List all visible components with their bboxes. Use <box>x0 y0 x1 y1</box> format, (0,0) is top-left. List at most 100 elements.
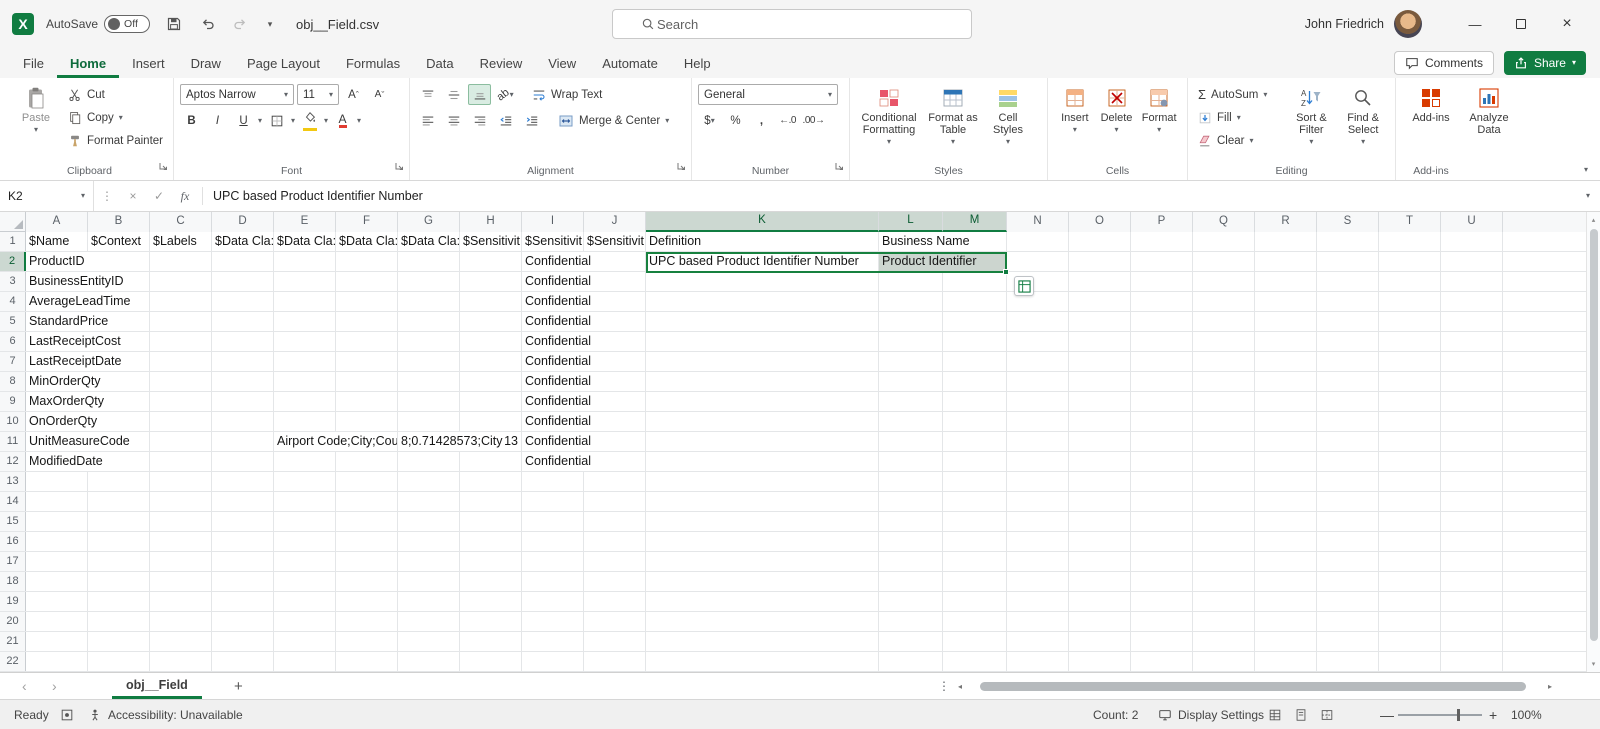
cell-A1[interactable]: $Name <box>26 232 88 251</box>
cell-Q7[interactable] <box>1193 352 1255 371</box>
cell-J15[interactable] <box>584 512 646 531</box>
cell-G5[interactable] <box>398 312 460 331</box>
vertical-scrollbar[interactable]: ▴ ▾ <box>1586 212 1600 672</box>
horizontal-scroll-thumb[interactable] <box>980 682 1526 691</box>
cell-G20[interactable] <box>398 612 460 631</box>
cell-R3[interactable] <box>1255 272 1317 291</box>
cell-T7[interactable] <box>1379 352 1441 371</box>
cell-M4[interactable] <box>943 292 1007 311</box>
cell-I12[interactable]: Confidential <box>522 452 646 471</box>
tab-review[interactable]: Review <box>467 48 536 78</box>
cell-N11[interactable] <box>1007 432 1069 451</box>
cell-B13[interactable] <box>88 472 150 491</box>
cell-L18[interactable] <box>879 572 943 591</box>
cell-I5[interactable]: Confidential <box>522 312 646 331</box>
cell-L4[interactable] <box>879 292 943 311</box>
column-header-K[interactable]: K <box>646 212 879 232</box>
cell-T22[interactable] <box>1379 652 1441 671</box>
cell-C17[interactable] <box>150 552 212 571</box>
fill-color-button[interactable] <box>298 110 321 131</box>
cell-U4[interactable] <box>1441 292 1503 311</box>
cell-A20[interactable] <box>26 612 88 631</box>
cell-Q17[interactable] <box>1193 552 1255 571</box>
cell-I22[interactable] <box>522 652 584 671</box>
cell-P14[interactable] <box>1131 492 1193 511</box>
italic-button[interactable]: I <box>206 110 229 131</box>
cell-F3[interactable] <box>336 272 398 291</box>
cell-L17[interactable] <box>879 552 943 571</box>
cell-L20[interactable] <box>879 612 943 631</box>
cell-D7[interactable] <box>212 352 274 371</box>
cell-N6[interactable] <box>1007 332 1069 351</box>
cell-J19[interactable] <box>584 592 646 611</box>
cell-B21[interactable] <box>88 632 150 651</box>
cell-K3[interactable] <box>646 272 879 291</box>
cell-R2[interactable] <box>1255 252 1317 271</box>
cell-K9[interactable] <box>646 392 879 411</box>
borders-chevron-icon[interactable]: ▾ <box>291 117 295 125</box>
autosave-toggle[interactable]: AutoSave Off <box>46 0 150 48</box>
cell-N18[interactable] <box>1007 572 1069 591</box>
cell-F2[interactable] <box>336 252 398 271</box>
collapse-ribbon-icon[interactable]: ▾ <box>1584 166 1588 174</box>
cell-U21[interactable] <box>1441 632 1503 651</box>
cancel-button[interactable]: × <box>120 189 146 203</box>
cell-K5[interactable] <box>646 312 879 331</box>
cell-styles-button[interactable]: Cell Styles ▾ <box>984 84 1032 162</box>
cell-P12[interactable] <box>1131 452 1193 471</box>
new-sheet-button[interactable]: + <box>234 673 243 699</box>
cell-P1[interactable] <box>1131 232 1193 251</box>
cell-D2[interactable] <box>212 252 274 271</box>
cell-N20[interactable] <box>1007 612 1069 631</box>
cell-E16[interactable] <box>274 532 336 551</box>
cell-I4[interactable]: Confidential <box>522 292 646 311</box>
cell-P17[interactable] <box>1131 552 1193 571</box>
cell-H22[interactable] <box>460 652 522 671</box>
tab-view[interactable]: View <box>535 48 589 78</box>
cell-P2[interactable] <box>1131 252 1193 271</box>
fill-button[interactable]: Fill ▾ <box>1194 107 1286 128</box>
column-header-Q[interactable]: Q <box>1193 212 1255 232</box>
cell-Q16[interactable] <box>1193 532 1255 551</box>
undo-button[interactable] <box>194 0 222 48</box>
cell-B14[interactable] <box>88 492 150 511</box>
formula-bar-handle-icon[interactable]: ⋮ <box>94 189 120 203</box>
cell-M13[interactable] <box>943 472 1007 491</box>
cell-N5[interactable] <box>1007 312 1069 331</box>
cell-U3[interactable] <box>1441 272 1503 291</box>
cell-F1[interactable]: $Data Cla: <box>336 232 398 251</box>
column-header-C[interactable]: C <box>150 212 212 232</box>
tab-draw[interactable]: Draw <box>178 48 234 78</box>
cell-L6[interactable] <box>879 332 943 351</box>
cell-A19[interactable] <box>26 592 88 611</box>
orientation-button[interactable]: ab▾ <box>494 84 517 105</box>
format-painter-button[interactable]: Format Painter <box>64 130 167 151</box>
cell-R21[interactable] <box>1255 632 1317 651</box>
cell-S18[interactable] <box>1317 572 1379 591</box>
align-bottom-button[interactable] <box>468 84 491 105</box>
row-header-19[interactable]: 19 <box>0 592 26 611</box>
cell-S7[interactable] <box>1317 352 1379 371</box>
cell-I8[interactable]: Confidential <box>522 372 646 391</box>
cell-U7[interactable] <box>1441 352 1503 371</box>
cell-C16[interactable] <box>150 532 212 551</box>
cell-U14[interactable] <box>1441 492 1503 511</box>
cell-D18[interactable] <box>212 572 274 591</box>
cell-G13[interactable] <box>398 472 460 491</box>
font-color-button[interactable]: A <box>331 110 354 131</box>
cell-A13[interactable] <box>26 472 88 491</box>
cell-M14[interactable] <box>943 492 1007 511</box>
cell-A17[interactable] <box>26 552 88 571</box>
cell-T12[interactable] <box>1379 452 1441 471</box>
account-area[interactable]: John Friedrich <box>1305 0 1422 48</box>
cell-M8[interactable] <box>943 372 1007 391</box>
cell-A2[interactable]: ProductID <box>26 252 150 271</box>
row-header-15[interactable]: 15 <box>0 512 26 531</box>
row-header-12[interactable]: 12 <box>0 452 26 471</box>
cell-A3[interactable]: BusinessEntityID <box>26 272 150 291</box>
percent-style-button[interactable]: % <box>724 110 747 131</box>
cell-K20[interactable] <box>646 612 879 631</box>
cell-I2[interactable]: Confidential <box>522 252 646 271</box>
cell-F14[interactable] <box>336 492 398 511</box>
cell-L8[interactable] <box>879 372 943 391</box>
